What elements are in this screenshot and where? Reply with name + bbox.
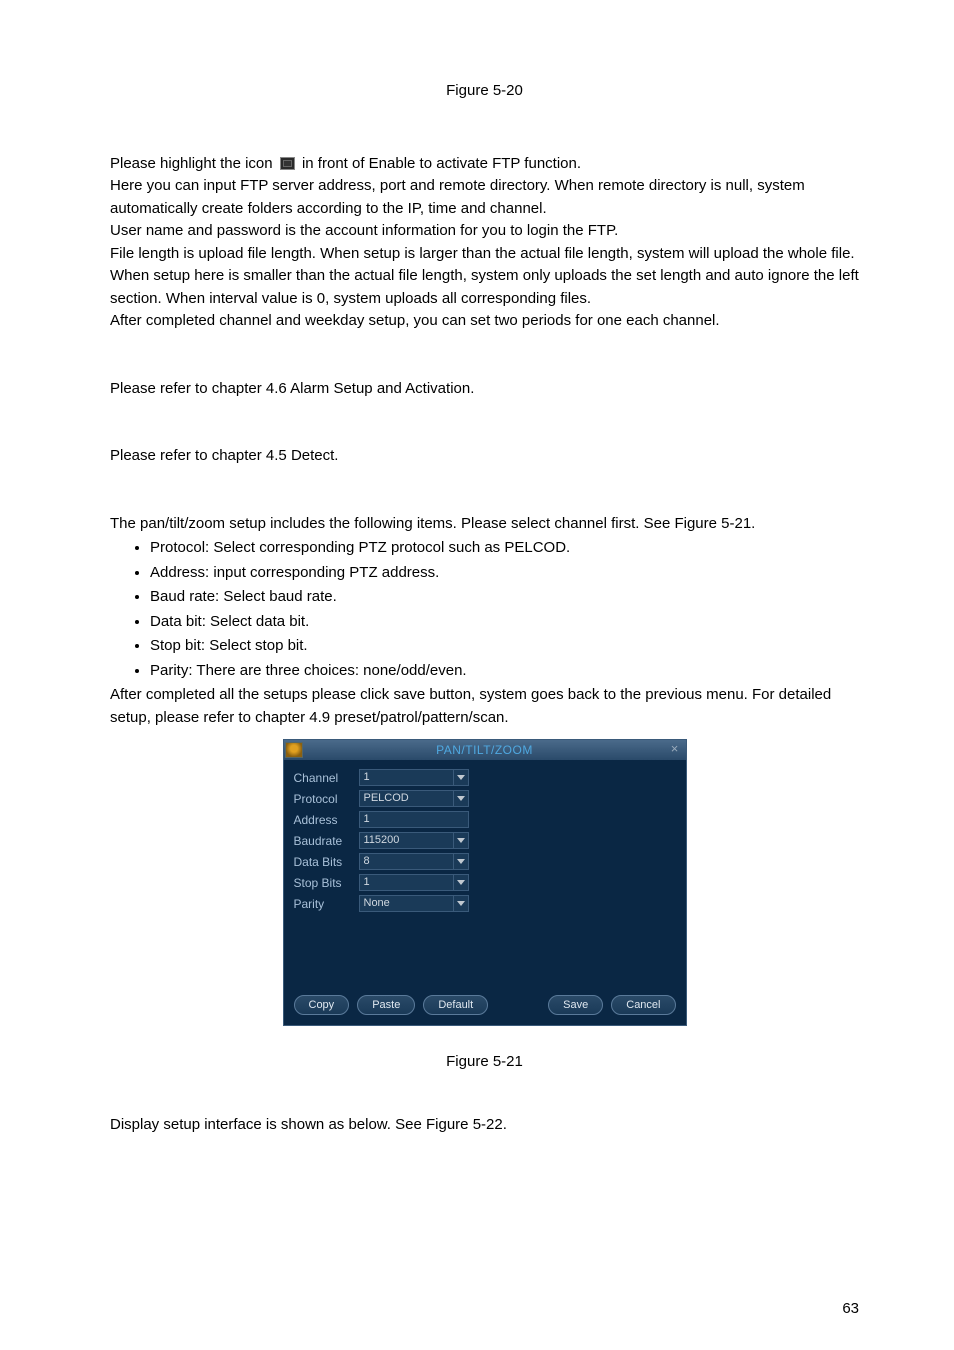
checkbox-icon: [280, 157, 295, 170]
protocol-select[interactable]: PELCOD: [359, 790, 469, 807]
chevron-down-icon: [457, 859, 465, 864]
page-number: 63: [842, 1298, 859, 1321]
paragraph: File length is upload file length. When …: [110, 243, 859, 311]
protocol-label: Protocol: [294, 790, 359, 808]
default-button[interactable]: Default: [423, 995, 488, 1015]
parity-select[interactable]: None: [359, 895, 469, 912]
paragraph: After completed channel and weekday setu…: [110, 310, 859, 333]
parity-label: Parity: [294, 895, 359, 913]
cancel-button[interactable]: Cancel: [611, 995, 675, 1015]
ptz-dialog: PAN/TILT/ZOOM × Channel 1 Protocol PELCO…: [283, 739, 687, 1026]
list-item: Protocol: Select corresponding PTZ proto…: [150, 537, 859, 560]
baudrate-select[interactable]: 115200: [359, 832, 469, 849]
close-icon[interactable]: ×: [668, 742, 682, 756]
paragraph-ptz-after: After completed all the setups please cl…: [110, 684, 859, 729]
dialog-title: PAN/TILT/ZOOM: [284, 741, 686, 759]
figure-caption-bottom: Figure 5-21: [110, 1051, 859, 1074]
figure-caption-top: Figure 5-20: [110, 80, 859, 103]
text-fragment: Please highlight the icon: [110, 155, 273, 172]
paragraph-detect-ref: Please refer to chapter 4.5 Detect.: [110, 445, 859, 468]
paragraph: User name and password is the account in…: [110, 220, 859, 243]
stopbits-select[interactable]: 1: [359, 874, 469, 891]
paragraph-ptz-intro: The pan/tilt/zoom setup includes the fol…: [110, 513, 859, 536]
address-label: Address: [294, 811, 359, 829]
chevron-down-icon: [457, 880, 465, 885]
chevron-down-icon: [457, 775, 465, 780]
channel-select[interactable]: 1: [359, 769, 469, 786]
dialog-titlebar: PAN/TILT/ZOOM ×: [284, 740, 686, 760]
paragraph: Here you can input FTP server address, p…: [110, 175, 859, 220]
channel-label: Channel: [294, 769, 359, 787]
copy-button[interactable]: Copy: [294, 995, 350, 1015]
bullet-list: Protocol: Select corresponding PTZ proto…: [110, 537, 859, 682]
paragraph-alarm-ref: Please refer to chapter 4.6 Alarm Setup …: [110, 378, 859, 401]
paragraph-enable-ftp: Please highlight the icon in front of En…: [110, 153, 859, 176]
list-item: Baud rate: Select baud rate.: [150, 586, 859, 609]
dialog-button-row: Copy Paste Default Save Cancel: [284, 989, 686, 1025]
baudrate-label: Baudrate: [294, 832, 359, 850]
address-input[interactable]: 1: [359, 811, 469, 828]
list-item: Data bit: Select data bit.: [150, 611, 859, 634]
chevron-down-icon: [457, 838, 465, 843]
paragraph-display-setup: Display setup interface is shown as belo…: [110, 1114, 859, 1137]
list-item: Parity: There are three choices: none/od…: [150, 660, 859, 683]
chevron-down-icon: [457, 796, 465, 801]
list-item: Address: input corresponding PTZ address…: [150, 562, 859, 585]
chevron-down-icon: [457, 901, 465, 906]
paste-button[interactable]: Paste: [357, 995, 415, 1015]
text-fragment: in front of Enable to activate FTP funct…: [302, 155, 581, 172]
databits-label: Data Bits: [294, 853, 359, 871]
stopbits-label: Stop Bits: [294, 874, 359, 892]
dialog-body: Channel 1 Protocol PELCOD Address 1 Baud…: [284, 760, 686, 989]
list-item: Stop bit: Select stop bit.: [150, 635, 859, 658]
save-button[interactable]: Save: [548, 995, 603, 1015]
databits-select[interactable]: 8: [359, 853, 469, 870]
